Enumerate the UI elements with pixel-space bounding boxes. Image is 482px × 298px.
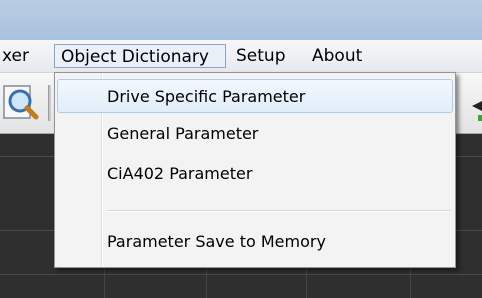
menu-item-drive-specific-parameter[interactable]: Drive Specific Parameter [57, 79, 453, 113]
menu-item-object-dictionary[interactable]: Object Dictionary [54, 44, 226, 68]
magnifier-icon[interactable] [0, 83, 46, 123]
menu-item-setup[interactable]: Setup [230, 44, 291, 68]
menu-item-parameter-save-to-memory[interactable]: Parameter Save to Memory [57, 225, 453, 259]
toolbar-separator [48, 85, 51, 121]
menu-separator [107, 210, 451, 212]
menu-item-mixer[interactable]: xer [0, 44, 35, 68]
menu-item-about[interactable]: About [306, 44, 368, 68]
arrow-icon[interactable] [462, 83, 482, 123]
menu-bar: xer Object Dictionary Setup About [0, 40, 482, 73]
object-dictionary-dropdown: Drive Specific Parameter General Paramet… [54, 72, 456, 268]
menu-item-general-parameter[interactable]: General Parameter [57, 117, 453, 151]
menu-item-cia402-parameter[interactable]: CiA402 Parameter [57, 157, 453, 191]
window-titlebar [0, 0, 482, 40]
